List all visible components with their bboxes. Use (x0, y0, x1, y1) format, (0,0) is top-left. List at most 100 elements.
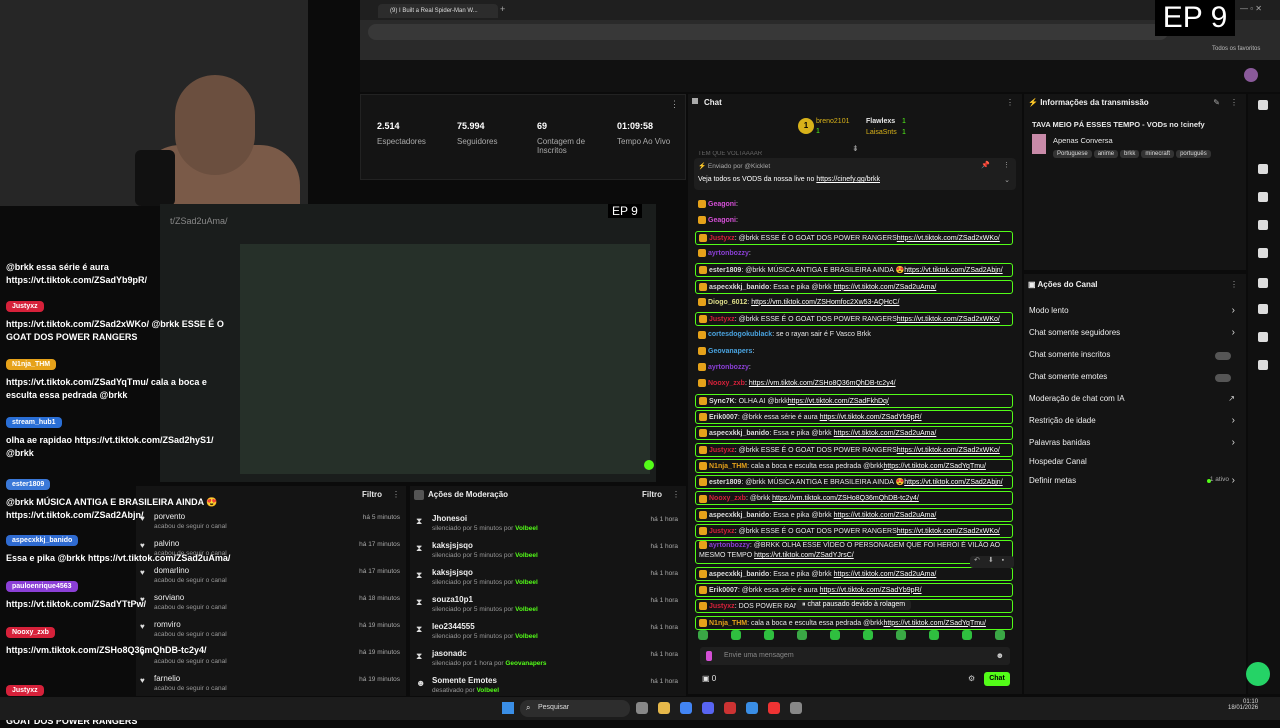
emote-icon[interactable] (896, 630, 906, 640)
moderation-filter[interactable]: Filtro (642, 490, 662, 499)
chat-link[interactable]: https://vt.tiktok.com/ZSadFkhDq/ (788, 398, 889, 405)
toggle-switch[interactable] (1215, 352, 1231, 360)
moderation-target[interactable]: leo2344555 (432, 622, 475, 631)
chat-username[interactable]: Justyxz (709, 528, 735, 535)
chat-message[interactable]: cortesdogokublack: se o rayan sair é F V… (695, 328, 1013, 342)
channel-action[interactable]: Chat somente emotes (1029, 372, 1239, 386)
emoji-icon[interactable]: ☻ (996, 651, 1004, 660)
chat-message[interactable]: aspecxkkj_banido: Essa e pika @brkk http… (695, 507, 1013, 522)
chat-link[interactable]: https://vt.tiktok.com/ZSad2Abjn/ (904, 267, 1002, 274)
emote-icon[interactable] (764, 630, 774, 640)
chat-message[interactable]: N1nja_THM: cala a boca e esculta essa pe… (695, 615, 1013, 630)
chat-message[interactable]: aspecxkkj_banido: Essa e pika @brkk http… (695, 426, 1013, 441)
channel-action[interactable]: Modo lento › (1029, 305, 1239, 320)
avatar[interactable] (1244, 68, 1258, 82)
followers-filter[interactable]: Filtro (362, 490, 382, 499)
moderator-name[interactable]: Volbeel (476, 687, 499, 694)
chat-link[interactable]: https://vt.tiktok.com/ZSadYb9pR/ (820, 414, 922, 421)
valorant-icon[interactable] (768, 702, 780, 714)
message-actions[interactable]: ↶ ⬇ ▪ (970, 556, 1014, 568)
app-icon[interactable] (790, 702, 802, 714)
emote-icon[interactable] (731, 630, 741, 640)
chat-link[interactable]: https://vt.tiktok.com/ZSad2xWKo/ (897, 447, 1000, 454)
chat-username[interactable]: ayrtonbozzy (708, 364, 749, 371)
reply-icon[interactable]: ↶ (974, 557, 980, 564)
moderation-target[interactable]: Jhonesoi (432, 514, 467, 523)
chat-username[interactable]: aspecxkkj_banido (709, 284, 769, 291)
chat-link[interactable]: https://vt.tiktok.com/ZSadYqTmu/ (883, 620, 985, 627)
chat-link[interactable]: https://vt.tiktok.com/ZSadYJrsC/ (754, 552, 854, 559)
chat-username[interactable]: Justyxz (709, 316, 735, 323)
chat-username[interactable]: ayrtonbozzy (709, 542, 750, 549)
chat-link[interactable]: https://vt.tiktok.com/ZSad2xWKo/ (897, 528, 1000, 535)
channel-action[interactable]: Palavras banidas › (1029, 437, 1239, 452)
chat-username[interactable]: aspecxkkj_banido (709, 571, 769, 578)
chat-message[interactable]: Erik0007: @brkk essa série é aura https:… (695, 409, 1013, 424)
stream-tag[interactable]: brkk (1120, 150, 1140, 158)
stream-tag[interactable]: português (1176, 150, 1211, 158)
moderation-target[interactable]: Somente Emotes (432, 676, 497, 685)
address-bar[interactable] (368, 24, 1168, 40)
window-controls[interactable]: — ▫ ✕ (1240, 4, 1262, 13)
delete-icon[interactable]: ▪ (1002, 557, 1004, 564)
bolt-icon[interactable] (1258, 192, 1268, 202)
chart-icon[interactable] (1258, 278, 1268, 288)
chat-message[interactable]: Nooxy_zxb: @brkk https://vm.tiktok.com/Z… (695, 491, 1013, 506)
chat-username[interactable]: Erik0007 (709, 414, 738, 421)
chat-username[interactable]: ester1809 (709, 479, 741, 486)
chat-link[interactable]: https://vm.tiktok.com/ZSHomfoc2Xw53-AQHc… (751, 299, 899, 306)
channel-action[interactable]: Restrição de idade › (1029, 415, 1239, 430)
clock[interactable]: 01:10 18/01/2026 (1228, 699, 1258, 711)
channel-action[interactable]: Chat somente inscritos (1029, 350, 1239, 364)
chat-username[interactable]: Justyxz (709, 447, 735, 454)
chat-settings-icon[interactable]: ⚙ (968, 674, 975, 683)
favorites-link[interactable]: Todos os favoritos (1212, 46, 1260, 52)
browser-tab[interactable]: (9) I Built a Real Spider-Man W... (378, 4, 498, 18)
stream-info-menu-icon[interactable]: ⋮ (1230, 98, 1238, 107)
chat-username[interactable]: ester1809 (709, 267, 741, 274)
camera-icon[interactable] (1258, 164, 1268, 174)
emote-icon[interactable] (962, 630, 972, 640)
windows-start-icon[interactable] (502, 702, 514, 714)
moderator-name[interactable]: Volbeel (515, 579, 538, 586)
chat-username[interactable]: aspecxkkj_banido (709, 512, 769, 519)
emote-icon[interactable] (929, 630, 939, 640)
chat-message[interactable]: Justyxz: @brkk ESSE É O GOAT DOS POWER R… (695, 524, 1013, 538)
chat-link[interactable]: https://vt.tiktok.com/ZSadYqTmu/ (883, 463, 985, 470)
channel-action[interactable]: Hospedar Canal (1029, 457, 1239, 471)
chat-message[interactable]: Erik0007: @brkk essa série é aura https:… (695, 582, 1013, 597)
message-icon[interactable] (1258, 248, 1268, 258)
chat-username[interactable]: Justyxz (709, 603, 735, 610)
chat-menu-icon[interactable]: ⋮ (1006, 98, 1014, 107)
gifter-1[interactable]: breno2101 (816, 118, 849, 125)
moderator-name[interactable]: Geovanapers (505, 660, 546, 667)
chat-username[interactable]: Erik0007 (709, 587, 738, 594)
moderator-name[interactable]: Volbeel (515, 552, 538, 559)
wrench-icon[interactable] (1258, 332, 1268, 342)
stats-menu-icon[interactable]: ⋮ (670, 99, 679, 110)
chat-input[interactable]: Envie uma mensagem ☻ (700, 647, 1010, 665)
moderation-target[interactable]: jasonadc (432, 649, 467, 658)
pinned-link[interactable]: https://cinefy.gg/brkk (816, 176, 880, 183)
moderator-name[interactable]: Volbeel (515, 606, 538, 613)
whatsapp-icon[interactable] (1246, 662, 1270, 686)
pinned-menu-icon[interactable]: ⋮ (1003, 161, 1010, 169)
edit-icon[interactable]: ✎ (1213, 98, 1220, 107)
emote-icon[interactable] (863, 630, 873, 640)
chat-message[interactable]: ayrtonbozzy: (695, 361, 1013, 375)
channel-action[interactable]: Definir metas 1 ativo › (1029, 475, 1239, 490)
chat-message[interactable]: Justyxz: @brkk ESSE É O GOAT DOS POWER R… (695, 442, 1013, 457)
emote-icon[interactable] (995, 630, 1005, 640)
channel-actions-menu-icon[interactable]: ⋮ (1230, 280, 1238, 289)
send-chat-button[interactable]: Chat (984, 672, 1010, 686)
chat-username[interactable]: Nooxy_zxb (708, 380, 745, 387)
task-view-icon[interactable] (636, 702, 648, 714)
chat-username[interactable]: ayrtonbozzy (708, 250, 749, 257)
moderation-menu-icon[interactable]: ⋮ (672, 490, 680, 499)
chat-username[interactable]: Justyxz (709, 235, 735, 242)
taskbar-search[interactable]: ⌕ Pesquisar (520, 700, 630, 717)
chat-username[interactable]: Geagoni (708, 201, 736, 208)
chat-link[interactable]: https://vt.tiktok.com/ZSad2uAma/ (834, 430, 937, 437)
chat-username[interactable]: aspecxkkj_banido (709, 430, 769, 437)
chat-link[interactable]: https://vt.tiktok.com/ZSad2uAma/ (834, 571, 937, 578)
